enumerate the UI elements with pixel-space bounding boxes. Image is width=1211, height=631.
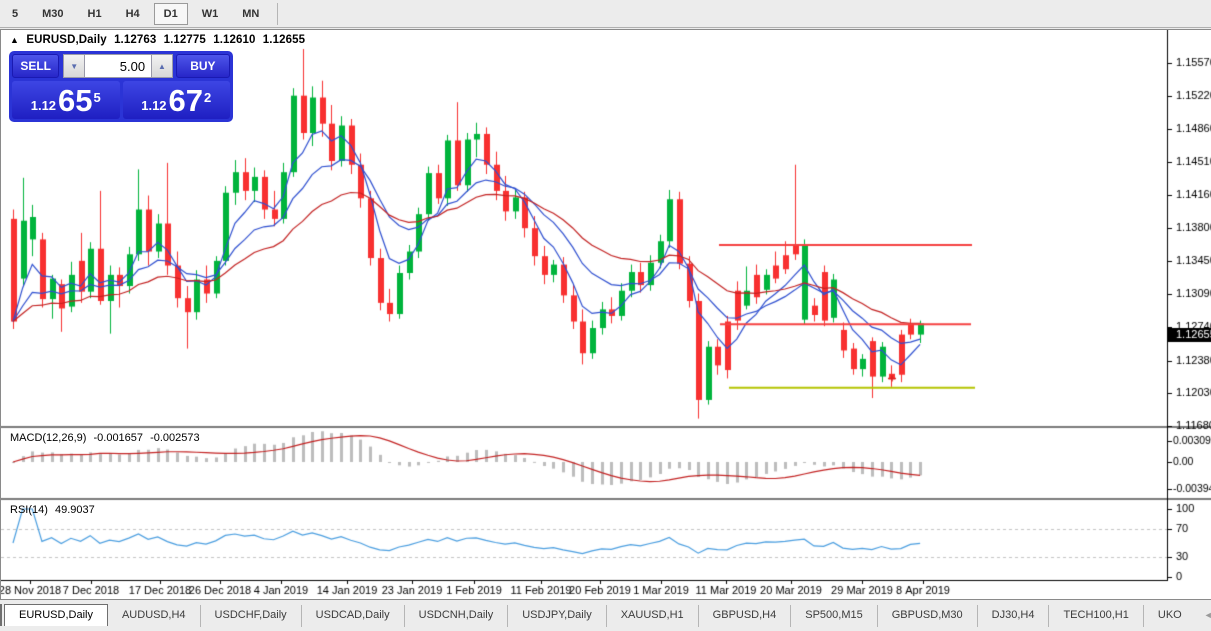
macd-name: MACD(12,26,9) [10,432,87,444]
toolbar-separator [277,2,279,25]
rsi-value: 49.9037 [54,504,95,516]
chart-tab-usdcad-daily[interactable]: USDCAD,Daily [300,605,404,627]
buy-price-big: 67 [168,83,204,118]
macd-signal-value: -0.002573 [150,432,200,444]
volume-input[interactable] [85,54,152,78]
buy-button[interactable]: BUY [175,54,231,78]
timeframe-button-m30[interactable]: M30 [32,3,73,25]
buy-price-sup: 2 [204,90,212,105]
one-click-trade-panel: SELL ▼ ▲ BUY 1.12 65 5 1.12 67 2 [9,51,233,122]
timeframe-button-h4[interactable]: H4 [116,3,150,25]
chart-tab-gbpusd-m30[interactable]: GBPUSD,M30 [876,605,977,627]
chart-tab-tech100-h1[interactable]: TECH100,H1 [1048,605,1142,627]
macd-value: -0.001657 [93,432,144,444]
chart-tab-audusd-h4[interactable]: AUDUSD,H4 [108,605,200,627]
volume-decrease-button[interactable]: ▼ [63,54,86,78]
sell-price-sup: 5 [93,90,101,105]
ohlc-low: 1.12610 [213,34,256,46]
ohlc-open: 1.12763 [114,34,157,46]
collapse-triangle-icon[interactable]: ▲ [10,35,19,45]
chart-tab-usdchf-daily[interactable]: USDCHF,Daily [199,605,301,627]
chart-tab-usdjpy-daily[interactable]: USDJPY,Daily [507,605,606,627]
timeframe-button-d1[interactable]: D1 [153,2,188,25]
macd-indicator-label: MACD(12,26,9) -0.001657 -0.002573 [10,432,204,444]
chart-symbol-label: EURUSD,Daily [26,34,107,46]
buy-price-tile[interactable]: 1.12 67 2 [122,81,230,119]
timeframe-button-mn[interactable]: MN [232,3,269,25]
chart-tab-gbpusd-h4[interactable]: GBPUSD,H4 [697,605,791,627]
chart-tab-usdcnh-daily[interactable]: USDCNH,Daily [403,605,508,627]
buy-price-prefix: 1.12 [141,98,167,113]
tabs-scroll-left-icon[interactable]: ◄ [1200,604,1211,620]
sell-price-big: 65 [58,83,93,118]
chart-window: ▲ EURUSD,Daily 1.12763 1.12775 1.12610 1… [0,29,1211,600]
chart-tab-sp500-m15[interactable]: SP500,M15 [790,605,876,627]
tab-fragment[interactable] [0,604,2,626]
rsi-indicator-label: RSI(14) 49.9037 [10,504,99,516]
sell-price-prefix: 1.12 [30,98,57,113]
timeframe-button-h1[interactable]: H1 [78,3,112,25]
chart-tab-xauusd-h1[interactable]: XAUUSD,H1 [605,605,698,627]
ohlc-high: 1.12775 [163,34,206,46]
sell-button[interactable]: SELL [12,54,60,78]
timeframe-button-w1[interactable]: W1 [192,3,229,25]
timeframe-button-5[interactable]: 5 [2,3,28,25]
chart-tab-uko[interactable]: UKO [1142,605,1196,627]
chart-tab-bar: EURUSD,Daily AUDUSD,H4 USDCHF,Daily USDCAD,… [0,604,1211,631]
ohlc-close: 1.12655 [262,34,306,46]
volume-increase-button[interactable]: ▲ [151,54,173,78]
rsi-name: RSI(14) [10,504,48,516]
chart-ohlc-title: ▲ EURUSD,Daily 1.12763 1.12775 1.12610 1… [10,34,309,46]
sell-price-tile[interactable]: 1.12 65 5 [12,81,120,119]
chart-tab-eurusd-daily[interactable]: EURUSD,Daily [4,604,108,626]
timeframe-toolbar: 5 M30 H1 H4 D1 W1 MN [0,0,1211,28]
chart-tab-dj30-h4[interactable]: DJ30,H4 [976,605,1049,627]
